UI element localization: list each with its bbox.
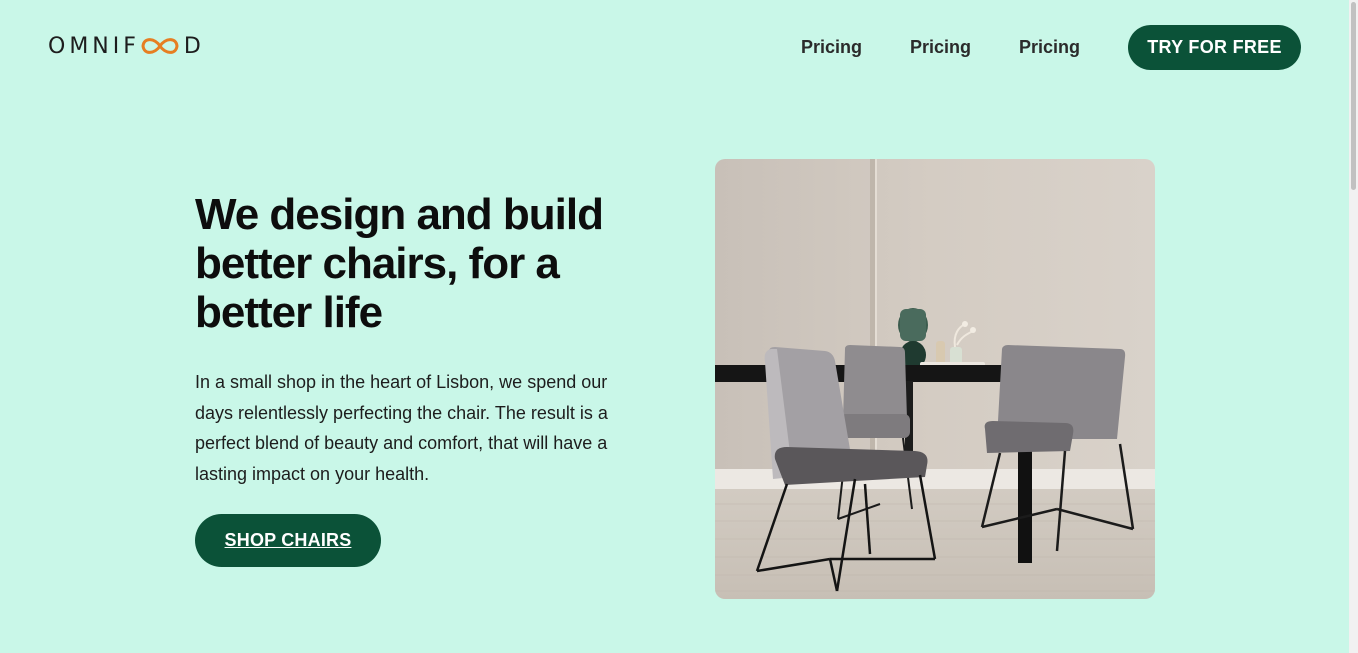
site-header: OMNIF D Pricing Pricing Pricing TRY FOR … [0, 0, 1349, 96]
omnifood-logo[interactable]: OMNIF D [48, 33, 205, 59]
logo-text-start: OMNIF [48, 33, 140, 59]
dining-chairs-illustration [715, 159, 1155, 599]
shop-chairs-button[interactable]: SHOP CHAIRS [195, 514, 381, 567]
logo-text-end: D [183, 33, 205, 59]
hero-image [715, 159, 1155, 599]
page-scrollbar[interactable] [1349, 0, 1358, 653]
main-nav: Pricing Pricing Pricing TRY FOR FREE [753, 25, 1301, 70]
nav-link-pricing[interactable]: Pricing [1019, 25, 1080, 70]
try-for-free-button[interactable]: TRY FOR FREE [1128, 25, 1301, 70]
nav-link-pricing[interactable]: Pricing [910, 25, 971, 70]
hero-description: In a small shop in the heart of Lisbon, … [195, 372, 608, 484]
infinity-icon [141, 38, 179, 54]
nav-link-pricing[interactable]: Pricing [801, 25, 862, 70]
hero-title: We design and build better chairs, for a… [195, 190, 604, 337]
scrollbar-thumb[interactable] [1351, 2, 1356, 190]
